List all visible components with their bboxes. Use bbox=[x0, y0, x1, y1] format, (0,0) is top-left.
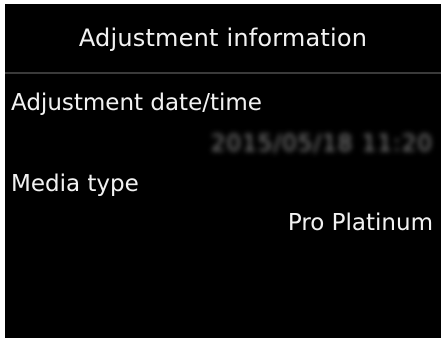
adjustment-datetime-label: Adjustment date/time bbox=[11, 90, 262, 116]
media-type-label: Media type bbox=[11, 171, 139, 197]
title-divider bbox=[5, 72, 441, 74]
adjustment-datetime-value: 2015/05/18 11:20 bbox=[210, 131, 433, 157]
lcd-screen: Adjustment information Adjustment date/t… bbox=[5, 4, 441, 338]
screen-title: Adjustment information bbox=[78, 24, 368, 52]
media-type-value: Pro Platinum bbox=[287, 210, 433, 236]
